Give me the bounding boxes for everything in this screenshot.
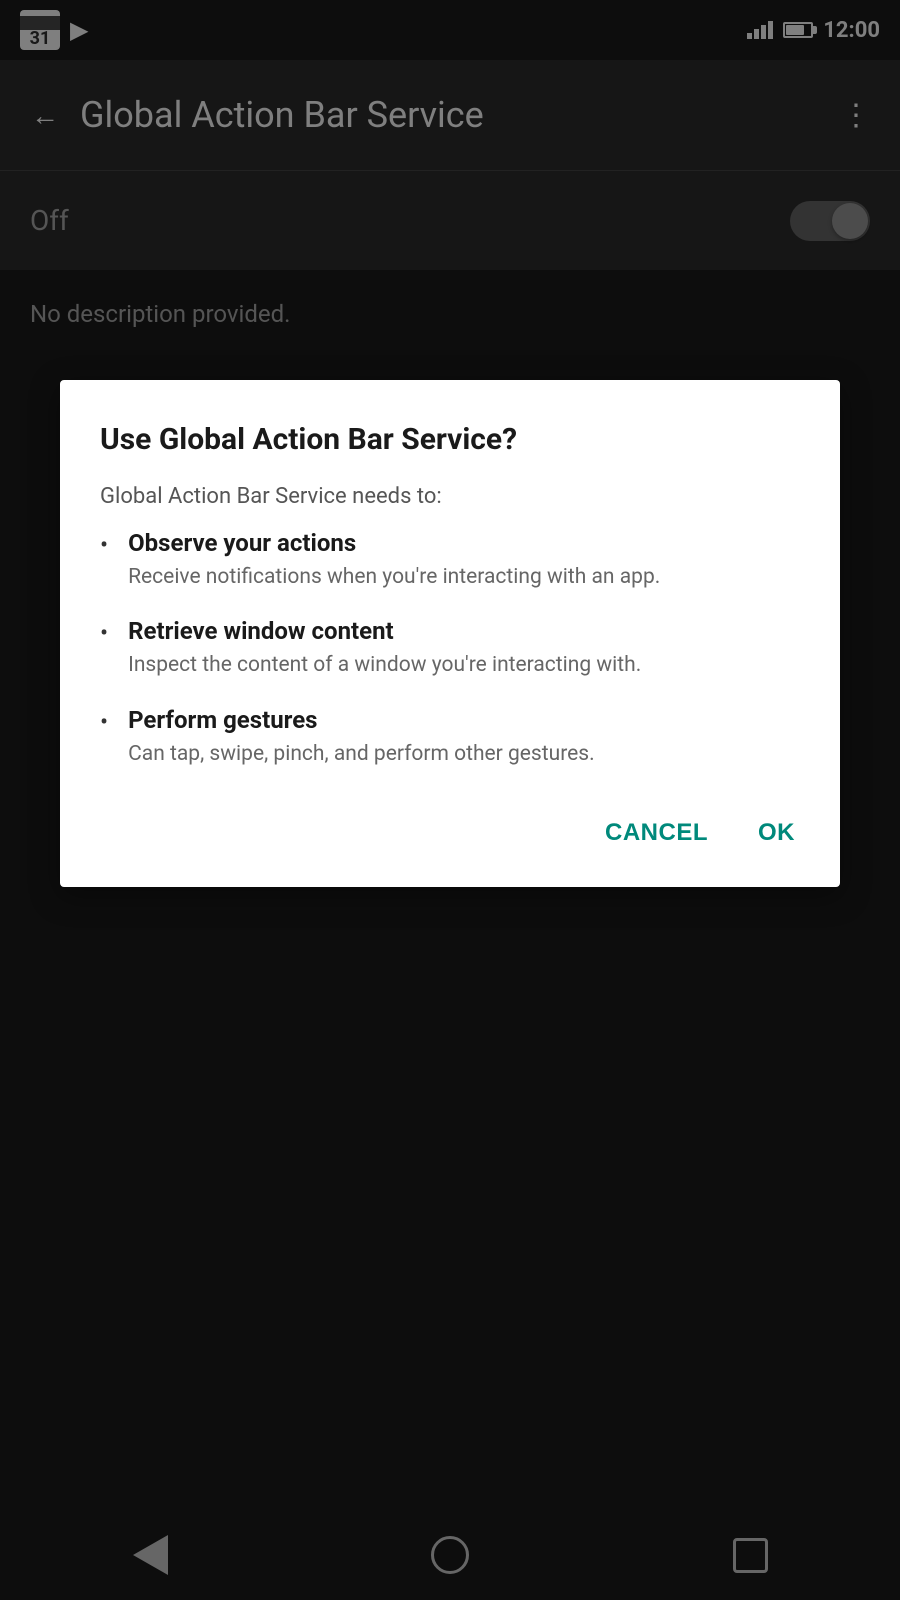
permission-dialog: Use Global Action Bar Service? Global Ac… — [60, 380, 840, 887]
bullet-1: • — [100, 531, 108, 559]
permission-desc-2: Inspect the content of a window you're i… — [128, 651, 800, 680]
permission-item-1: • Observe your actions Receive notificat… — [100, 529, 800, 592]
permission-content-2: Retrieve window content Inspect the cont… — [128, 617, 800, 680]
permission-item-2: • Retrieve window content Inspect the co… — [100, 617, 800, 680]
bullet-3: • — [100, 708, 108, 736]
permission-title-3: Perform gestures — [128, 706, 800, 734]
dialog-actions: CANCEL OK — [100, 799, 800, 857]
permission-desc-3: Can tap, swipe, pinch, and perform other… — [128, 740, 800, 769]
permission-content-3: Perform gestures Can tap, swipe, pinch, … — [128, 706, 800, 769]
permission-title-1: Observe your actions — [128, 529, 800, 557]
ok-button[interactable]: OK — [753, 809, 800, 857]
dialog-title: Use Global Action Bar Service? — [100, 420, 800, 459]
cancel-button[interactable]: CANCEL — [600, 809, 713, 857]
permission-item-3: • Perform gestures Can tap, swipe, pinch… — [100, 706, 800, 769]
dialog-subtitle: Global Action Bar Service needs to: — [100, 484, 800, 509]
bullet-2: • — [100, 619, 108, 647]
permission-title-2: Retrieve window content — [128, 617, 800, 645]
permission-content-1: Observe your actions Receive notificatio… — [128, 529, 800, 592]
permission-desc-1: Receive notifications when you're intera… — [128, 563, 800, 592]
